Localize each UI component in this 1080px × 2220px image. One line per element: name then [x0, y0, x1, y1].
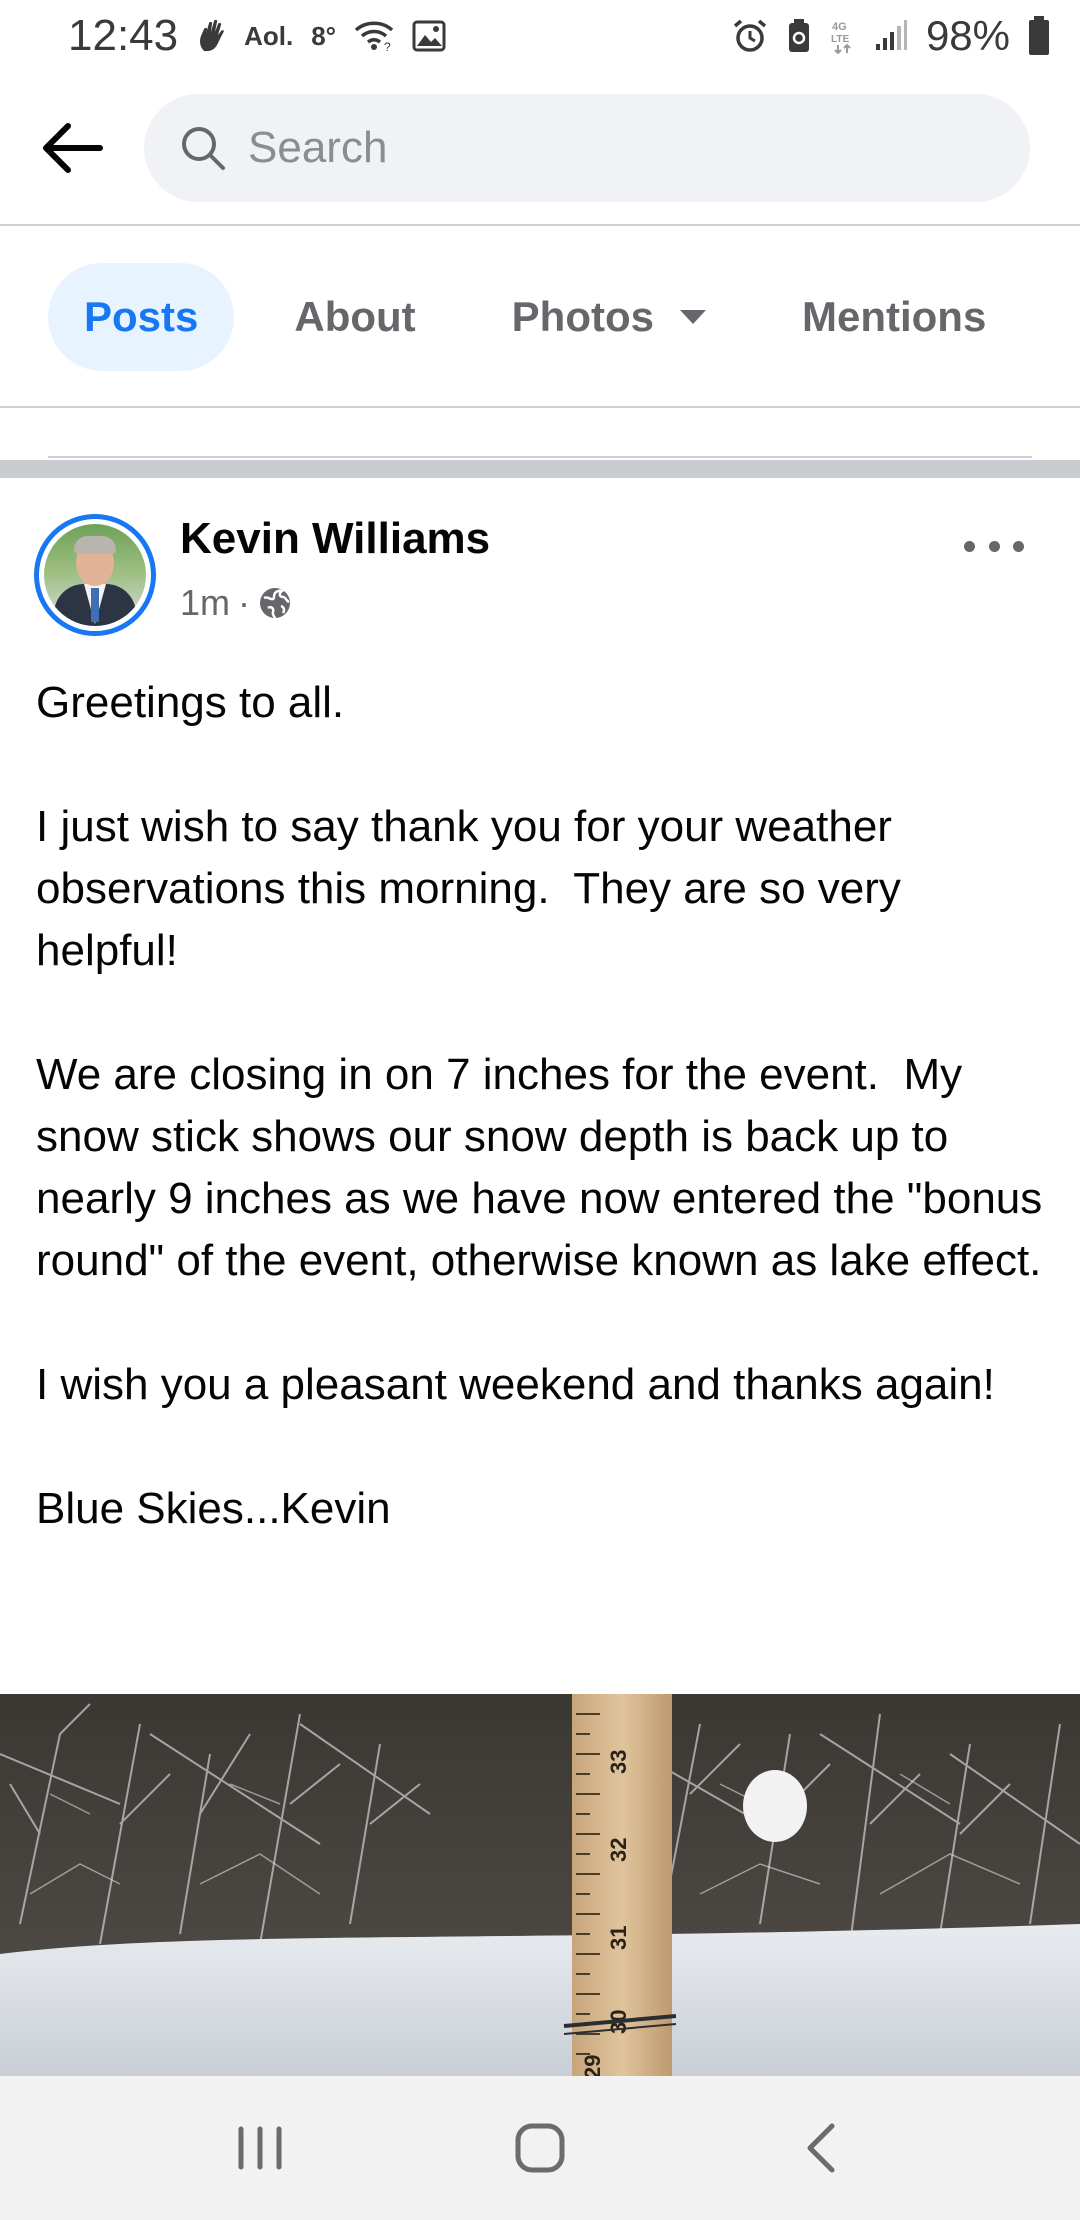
post-time[interactable]: 1m: [180, 582, 230, 624]
tab-mentions-label: Mentions: [802, 293, 987, 340]
divider: [48, 456, 1032, 458]
temperature-text: 8°: [311, 20, 337, 51]
snow-stick-photo: 33 32 31 30 29: [0, 1694, 1080, 2076]
search-bar[interactable]: [144, 94, 1030, 202]
search-input[interactable]: [248, 123, 948, 173]
post-text: Greetings to all. I just wish to say tha…: [36, 672, 1046, 1540]
post-paragraph: I wish you a pleasant weekend and thanks…: [36, 1360, 995, 1409]
battery-saver-icon: [786, 18, 812, 54]
post-paragraph: I just wish to say thank you for your we…: [36, 802, 914, 975]
caret-down-icon: [680, 310, 706, 324]
signal-icon: [874, 20, 908, 52]
home-icon: [515, 2123, 565, 2173]
meta-separator: ·: [238, 582, 251, 623]
post-photo[interactable]: 33 32 31 30 29: [0, 1694, 1080, 2076]
tab-photos-label: Photos: [511, 293, 654, 340]
recent-apps-icon: [238, 2126, 282, 2170]
alarm-icon: [732, 18, 768, 54]
home-button[interactable]: [480, 2098, 600, 2198]
hand-icon: [196, 19, 226, 53]
globe-icon: [260, 588, 291, 619]
ruler-label: 31: [606, 1926, 631, 1950]
tab-mentions[interactable]: Mentions: [766, 263, 1022, 371]
aol-icon: Aol.: [244, 20, 294, 51]
image-icon: [412, 20, 446, 52]
avatar[interactable]: [34, 514, 156, 636]
post-meta: 1m ·: [180, 582, 292, 624]
dot-icon: [988, 540, 1000, 552]
feed-separator: [0, 460, 1080, 478]
post-paragraph: Blue Skies...Kevin: [36, 1484, 391, 1533]
tab-about-label: About: [294, 293, 416, 340]
ruler-label: 32: [606, 1838, 631, 1862]
post-paragraph: Greetings to all.: [36, 678, 345, 727]
svg-text:LTE: LTE: [831, 34, 849, 45]
dot-icon: [1013, 540, 1024, 552]
recent-apps-button[interactable]: [200, 2098, 320, 2198]
post-header: Kevin Williams 1m ·: [0, 478, 1080, 668]
status-left: 12:43 Aol. 8° ?: [68, 11, 446, 61]
avatar-image: [44, 524, 146, 626]
status-bar: 12:43 Aol. 8° ? 4G LTE 98%: [0, 0, 1080, 72]
more-options-button[interactable]: [964, 526, 1024, 566]
chevron-left-icon: [807, 2123, 835, 2173]
system-nav-bar: [0, 2076, 1080, 2220]
author-name[interactable]: Kevin Williams: [180, 514, 490, 564]
4g-lte-icon: 4G LTE: [830, 18, 856, 54]
svg-text:?: ?: [384, 40, 391, 52]
system-back-button[interactable]: [760, 2098, 880, 2198]
tab-about[interactable]: About: [258, 263, 451, 371]
post-paragraph: We are closing in on 7 inches for the ev…: [36, 1050, 1055, 1285]
svg-text:4G: 4G: [832, 21, 847, 33]
tab-photos[interactable]: Photos: [476, 263, 742, 371]
wifi-icon: ?: [354, 20, 394, 52]
ruler-label: 33: [606, 1750, 631, 1774]
ruler-label: 29: [580, 2055, 605, 2076]
profile-tabs: Posts About Photos Mentions: [0, 228, 1080, 408]
battery-percentage: 98%: [925, 12, 1010, 59]
battery-icon: [1028, 16, 1050, 56]
status-right: 4G LTE 98%: [732, 12, 1050, 60]
search-header: [0, 72, 1080, 226]
arrow-left-icon: [43, 123, 103, 173]
tab-posts-label: Posts: [84, 293, 199, 340]
dot-icon: [964, 540, 975, 552]
tab-posts[interactable]: Posts: [48, 263, 235, 371]
back-button[interactable]: [32, 108, 112, 188]
status-time: 12:43: [68, 11, 179, 60]
search-icon: [182, 127, 225, 170]
